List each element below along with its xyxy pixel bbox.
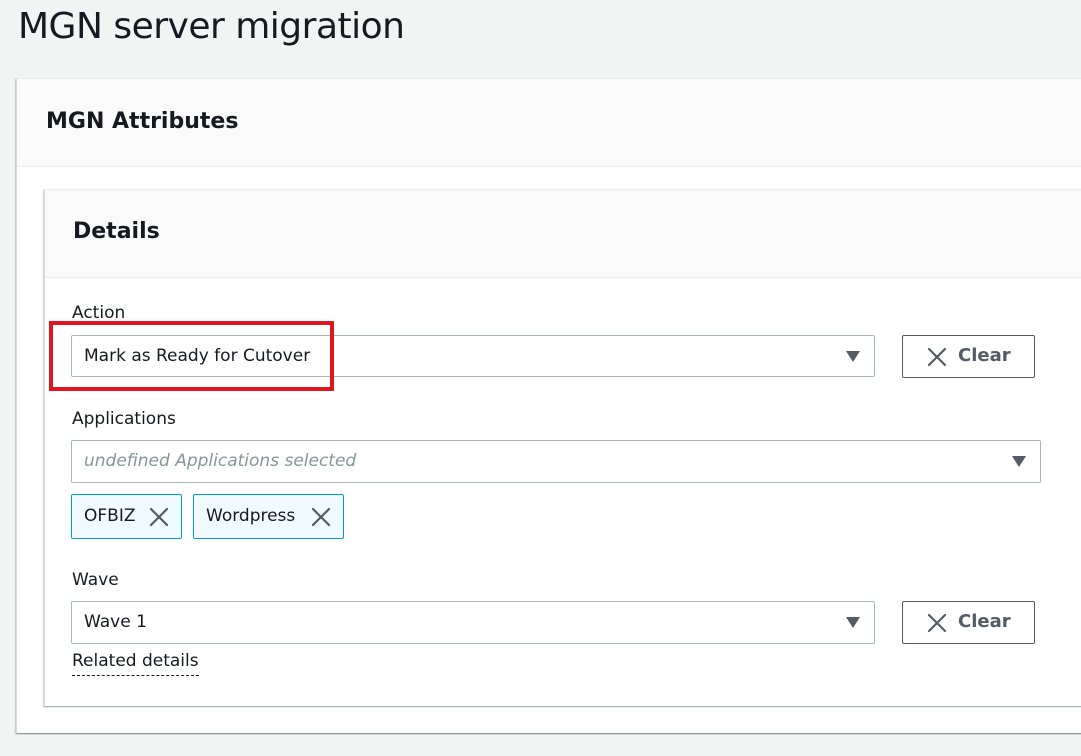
close-icon	[927, 613, 947, 633]
wave-select[interactable]: Wave 1	[71, 601, 875, 644]
action-selected-value: Mark as Ready for Cutover	[84, 346, 311, 366]
action-clear-button[interactable]: Clear	[902, 335, 1035, 378]
token-label: OFBIZ	[84, 506, 136, 526]
mgn-attributes-title: MGN Attributes	[46, 109, 239, 134]
token-label: Wordpress	[206, 506, 296, 526]
action-select[interactable]: Mark as Ready for Cutover	[71, 335, 875, 377]
caret-down-icon	[846, 617, 860, 628]
wave-label: Wave	[72, 570, 119, 590]
action-label: Action	[72, 303, 126, 323]
related-details-link[interactable]: Related details	[72, 650, 199, 676]
close-icon	[927, 347, 947, 367]
wave-selected-value: Wave 1	[84, 612, 147, 632]
caret-down-icon	[846, 351, 860, 362]
action-clear-label: Clear	[958, 345, 1011, 366]
wave-clear-label: Clear	[958, 611, 1011, 632]
details-title: Details	[73, 219, 160, 244]
details-header: Details	[45, 190, 1081, 278]
close-icon[interactable]	[149, 507, 169, 527]
mgn-attributes-header: MGN Attributes	[17, 79, 1081, 167]
token-wordpress: Wordpress	[193, 494, 344, 539]
token-ofbiz: OFBIZ	[71, 494, 182, 539]
applications-multiselect[interactable]: undefined Applications selected	[71, 440, 1041, 483]
applications-label: Applications	[72, 409, 176, 429]
caret-down-icon	[1012, 456, 1026, 467]
applications-placeholder: undefined Applications selected	[84, 451, 357, 471]
page-title: MGN server migration	[18, 6, 405, 47]
close-icon[interactable]	[311, 507, 331, 527]
wave-clear-button[interactable]: Clear	[902, 601, 1035, 644]
